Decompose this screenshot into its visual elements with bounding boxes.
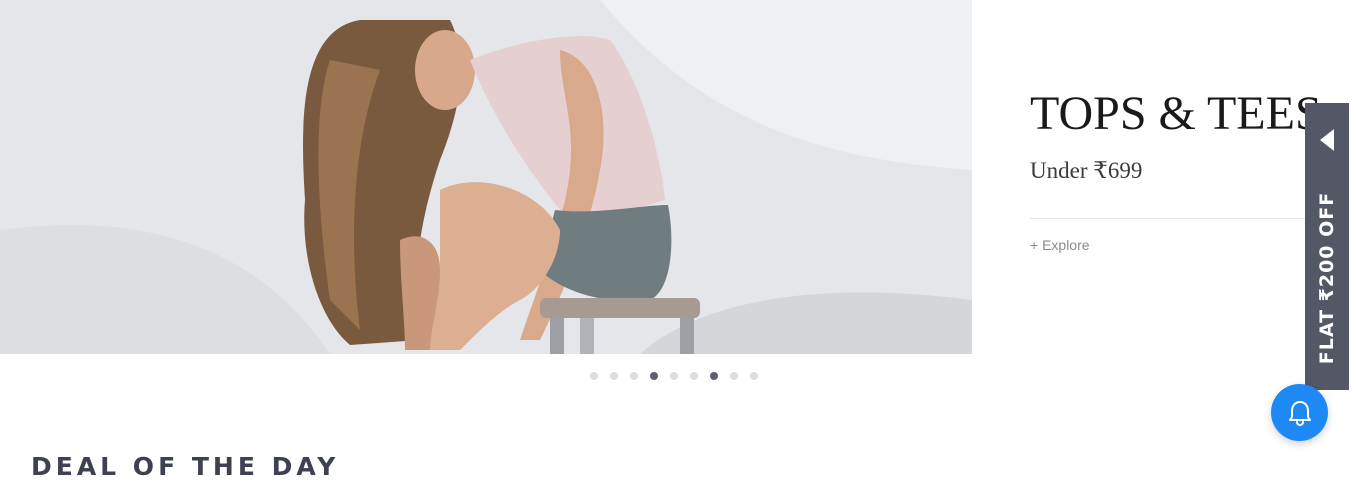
banner-promo-panel: TOPS & TEES Under ₹699 + Explore xyxy=(1030,87,1322,255)
carousel-dot[interactable] xyxy=(670,372,678,380)
carousel-dot[interactable] xyxy=(750,372,758,380)
bell-icon xyxy=(1288,400,1311,426)
offer-tab-label: FLAT ₹200 OFF xyxy=(1316,191,1338,365)
hero-banner-image[interactable] xyxy=(0,0,972,354)
notification-bell-button[interactable] xyxy=(1271,384,1328,441)
carousel-dot[interactable] xyxy=(730,372,738,380)
deal-of-the-day-heading: DEAL OF THE DAY xyxy=(31,452,340,481)
hero-illustration xyxy=(0,0,972,354)
carousel-dot[interactable] xyxy=(630,372,638,380)
banner-subtitle: Under ₹699 xyxy=(1030,158,1143,183)
carousel-dot-active[interactable] xyxy=(710,372,718,380)
carousel-dots xyxy=(590,372,758,380)
caret-left-icon xyxy=(1320,129,1334,151)
carousel-dot[interactable] xyxy=(610,372,618,380)
explore-link[interactable]: + Explore xyxy=(1030,237,1090,253)
banner-divider xyxy=(1030,218,1310,219)
carousel-dot[interactable] xyxy=(590,372,598,380)
banner-title: TOPS & TEES xyxy=(1030,87,1322,140)
carousel-dot[interactable] xyxy=(690,372,698,380)
carousel-dot-active[interactable] xyxy=(650,372,658,380)
flat-offer-tab[interactable]: FLAT ₹200 OFF xyxy=(1305,103,1349,390)
